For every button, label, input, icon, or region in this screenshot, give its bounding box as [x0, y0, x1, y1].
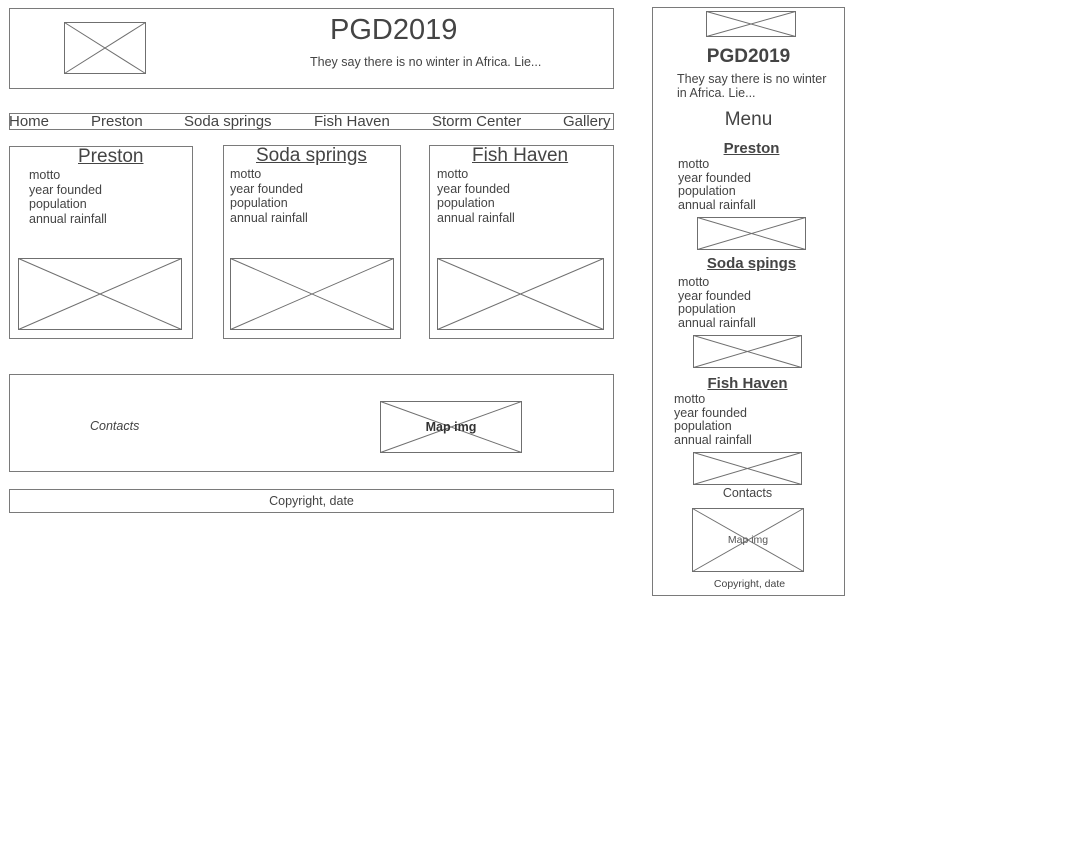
- fact-population: population: [437, 196, 495, 210]
- fact-annual-rainfall: annual rainfall: [674, 433, 752, 448]
- mobile-card-title[interactable]: Fish Haven: [648, 376, 847, 391]
- nav-item-preston[interactable]: Preston: [91, 114, 143, 129]
- fact-annual-rainfall: annual rainfall: [437, 210, 515, 225]
- fact-year-founded: year founded: [678, 170, 751, 185]
- fact-annual-rainfall: annual rainfall: [678, 198, 756, 213]
- fact-population: population: [29, 197, 87, 211]
- desktop-card-image-placeholder: [230, 258, 394, 330]
- desktop-site-title: PGD2019: [330, 14, 458, 46]
- fact-annual-rainfall: annual rainfall: [678, 316, 756, 331]
- mobile-card-facts: motto year founded population annual rai…: [678, 157, 756, 213]
- desktop-card-facts: motto year founded population annual rai…: [437, 167, 515, 225]
- fact-year-founded: year founded: [29, 182, 102, 197]
- mobile-logo-placeholder: [706, 11, 796, 37]
- desktop-card-facts: motto year founded population annual rai…: [29, 168, 107, 226]
- nav-item-home[interactable]: Home: [9, 114, 49, 129]
- fact-population: population: [230, 196, 288, 210]
- desktop-card-title[interactable]: Soda springs: [256, 146, 367, 165]
- fact-year-founded: year founded: [678, 288, 751, 303]
- fact-annual-rainfall: annual rainfall: [29, 211, 107, 226]
- mobile-site-title: PGD2019: [706, 46, 791, 67]
- desktop-card-title[interactable]: Preston: [78, 147, 143, 166]
- fact-year-founded: year founded: [437, 181, 510, 196]
- mobile-card-title[interactable]: Preston: [652, 141, 851, 156]
- mobile-card-title[interactable]: Soda spings: [652, 256, 851, 271]
- desktop-card-image-placeholder: [437, 258, 604, 330]
- mobile-card-image-placeholder: [697, 217, 806, 250]
- desktop-tagline: They say there is no winter in Africa. L…: [310, 55, 542, 69]
- fact-year-founded: year founded: [674, 405, 747, 420]
- fact-population: population: [674, 419, 732, 434]
- mobile-map-image-placeholder: Map img: [692, 508, 804, 572]
- mobile-card-facts: motto year founded population annual rai…: [674, 392, 752, 448]
- desktop-map-label: Map img: [425, 420, 477, 434]
- mobile-contacts-label: Contacts: [722, 486, 773, 500]
- nav-item-soda-springs[interactable]: Soda springs: [184, 114, 272, 129]
- mobile-tagline-line-2: in Africa. Lie...: [677, 86, 756, 100]
- mobile-card-image-placeholder: [693, 452, 802, 485]
- desktop-card-title[interactable]: Fish Haven: [472, 146, 568, 165]
- nav-item-fish-haven[interactable]: Fish Haven: [314, 114, 390, 129]
- nav-item-gallery[interactable]: Gallery: [563, 114, 611, 129]
- desktop-card-facts: motto year founded population annual rai…: [230, 167, 308, 225]
- desktop-map-image-placeholder: Map img: [380, 401, 522, 453]
- fact-population: population: [678, 184, 736, 199]
- desktop-contacts-label: Contacts: [90, 419, 140, 433]
- fact-motto: motto: [674, 392, 706, 406]
- mobile-copyright: Copyright, date: [713, 578, 786, 590]
- desktop-logo-placeholder: [64, 22, 146, 74]
- fact-motto: motto: [678, 157, 710, 171]
- fact-annual-rainfall: annual rainfall: [230, 210, 308, 225]
- mobile-map-label: Map img: [727, 534, 769, 546]
- nav-item-storm-center[interactable]: Storm Center: [432, 114, 521, 129]
- mobile-card-image-placeholder: [693, 335, 802, 368]
- fact-year-founded: year founded: [230, 181, 303, 196]
- fact-motto: motto: [230, 167, 262, 181]
- fact-motto: motto: [678, 275, 710, 289]
- fact-population: population: [678, 302, 736, 317]
- mobile-menu-button[interactable]: Menu: [652, 110, 845, 129]
- fact-motto: motto: [29, 168, 61, 182]
- mobile-tagline-line-1: They say there is no winter: [677, 72, 827, 86]
- desktop-copyright: Copyright, date: [269, 494, 354, 508]
- desktop-card-image-placeholder: [18, 258, 182, 330]
- mobile-card-facts: motto year founded population annual rai…: [678, 275, 756, 331]
- fact-motto: motto: [437, 167, 469, 181]
